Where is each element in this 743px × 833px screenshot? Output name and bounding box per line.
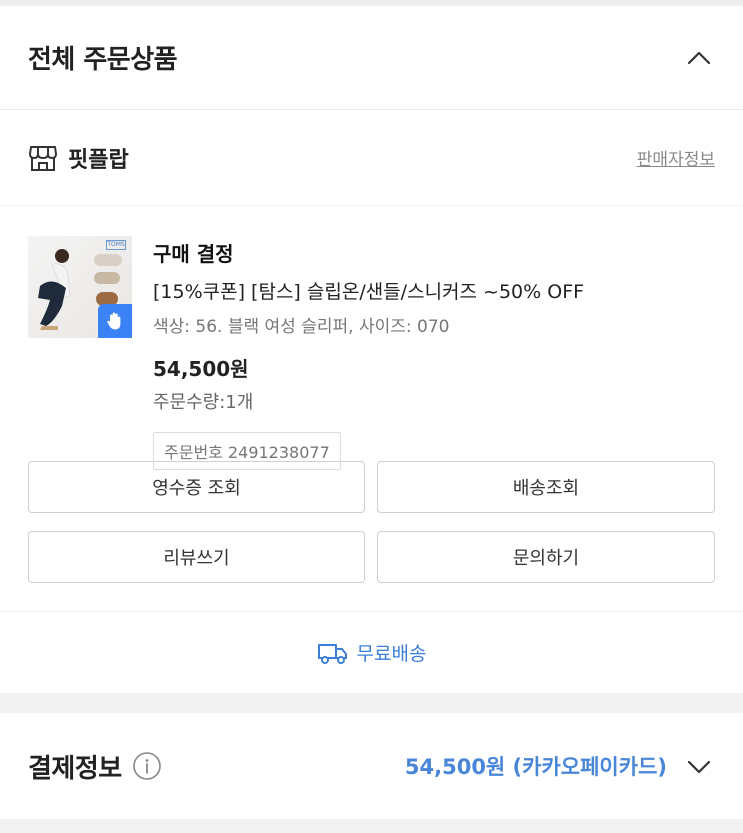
shipping-info: 무료배송 [0, 611, 743, 693]
hand-badge [98, 304, 132, 338]
shoe-image-1 [94, 254, 122, 266]
section-gap [0, 693, 743, 713]
inquiry-button[interactable]: 문의하기 [377, 531, 715, 583]
product-info: 구매 결정 [15%쿠폰] [탐스] 슬립온/샌들/스니커즈 ~50% OFF … [153, 238, 723, 470]
truck-icon [317, 643, 347, 664]
payment-amount: 54,500원 (카카오페이카드) [404, 755, 667, 779]
product-name[interactable]: [15%쿠폰] [탐스] 슬립온/샌들/스니커즈 ~50% OFF [153, 277, 723, 304]
review-button[interactable]: 리뷰쓰기 [28, 531, 365, 583]
shoe-image-2 [94, 272, 120, 284]
order-card: 전체 주문상품 핏플랍 판매자정보 TOMS 구매 결정 [15%쿠폰] [탐스… [0, 6, 743, 693]
store-info[interactable]: 핏플랍 [28, 142, 129, 174]
product-price: 54,500원 [153, 357, 249, 381]
info-icon[interactable] [132, 751, 162, 781]
order-section-title: 전체 주문상품 [28, 45, 178, 75]
purchase-status: 구매 결정 [153, 242, 234, 266]
shipping-label: 무료배송 [356, 643, 427, 665]
product-item: TOMS 구매 결정 [15%쿠폰] [탐스] 슬립온/샌들/스니커즈 ~50%… [0, 206, 743, 470]
chevron-up-icon[interactable] [685, 44, 713, 72]
payment-section-header[interactable]: 결제정보 54,500원 (카카오페이카드) [0, 713, 743, 819]
store-row: 핏플랍 판매자정보 [0, 110, 743, 206]
payment-summary: 54,500원 (카카오페이카드) [405, 751, 713, 781]
product-thumbnail[interactable]: TOMS [28, 236, 132, 338]
payment-title: 결제정보 [28, 753, 122, 784]
model-figure-icon [38, 249, 71, 330]
payment-title-group: 결제정보 [28, 748, 162, 785]
brand-tag: TOMS [106, 240, 126, 250]
chevron-down-icon[interactable] [685, 752, 713, 780]
store-name: 핏플랍 [68, 147, 129, 173]
order-quantity: 주문수량:1개 [153, 392, 254, 413]
action-buttons: 영수증 조회 배송조회 리뷰쓰기 문의하기 [0, 461, 743, 611]
product-option: 색상: 56. 블랙 여성 슬리퍼, 사이즈: 070 [153, 317, 450, 337]
seller-info-link[interactable]: 판매자정보 [637, 145, 715, 170]
hand-icon [107, 312, 121, 330]
order-section-header[interactable]: 전체 주문상품 [0, 6, 743, 110]
order-number-badge: 주문번호 2491238077 [153, 432, 341, 470]
store-icon [29, 145, 57, 171]
